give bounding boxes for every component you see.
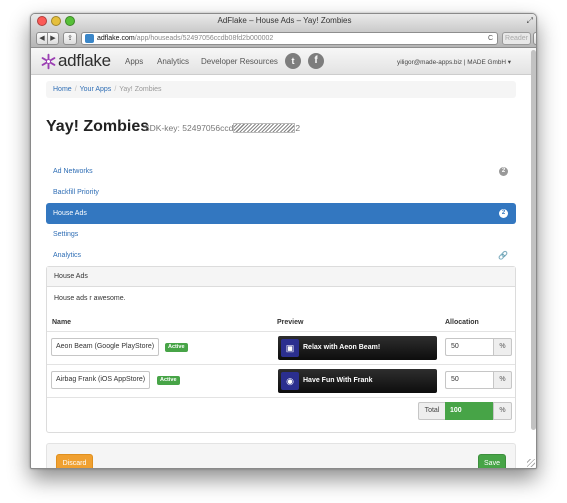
share-button[interactable]: ⇪: [63, 32, 77, 45]
nav-item-label: House Ads: [53, 210, 87, 217]
status-badge: Active: [165, 343, 188, 352]
ad-preview[interactable]: ◉ Have Fun With Frank: [278, 369, 437, 393]
allocation-field[interactable]: 50: [445, 371, 493, 389]
window-title: AdFlake – House Ads – Yay! Zombies: [217, 16, 352, 25]
form-actions: Discard Save: [46, 443, 516, 468]
site-favicon-icon: [85, 34, 94, 43]
app-icon: ◉: [281, 372, 299, 390]
panel-heading: House Ads: [47, 267, 515, 287]
browser-window: AdFlake – House Ads – Yay! Zombies ⤢ ◀ ▶…: [30, 13, 537, 469]
column-header-name: Name: [52, 319, 72, 326]
total-row: Total 100 %: [47, 397, 515, 427]
twitter-icon[interactable]: t: [285, 53, 301, 69]
ad-preview-text: Relax with Aeon Beam!: [303, 344, 381, 351]
nav-item-analytics[interactable]: Analytics 🔗: [46, 245, 516, 266]
url-path: /app/houseads/52497056ccdb08fd2b000002: [134, 35, 274, 42]
browser-toolbar: ◀ ▶ ⇪ adflake.com/app/houseads/52497056c…: [31, 29, 536, 48]
reader-button[interactable]: Reader: [502, 32, 531, 45]
sdk-key-label: SDK-key:: [144, 123, 180, 133]
breadcrumb-your-apps[interactable]: Your Apps: [80, 86, 112, 93]
url-text: adflake.com/app/houseads/52497056ccdb08f…: [97, 33, 273, 44]
nav-developer-resources[interactable]: Developer Resources: [201, 57, 278, 66]
percent-addon: %: [493, 371, 512, 389]
sdk-key-redaction: [233, 123, 296, 133]
ad-preview-text: Have Fun With Frank: [303, 377, 373, 384]
nav-item-house-ads[interactable]: House Ads 2: [46, 203, 516, 224]
nav-item-settings[interactable]: Settings: [46, 224, 516, 245]
ad-preview[interactable]: ▣ Relax with Aeon Beam!: [278, 336, 437, 360]
nav-apps[interactable]: Apps: [125, 57, 143, 66]
total-value: 100: [445, 402, 493, 420]
sdk-key: SDK-key: 52497056ccd 2: [144, 123, 300, 133]
nav-item-label: Analytics: [53, 252, 82, 259]
title-bar: AdFlake – House Ads – Yay! Zombies ⤢: [31, 14, 536, 29]
column-header-preview: Preview: [277, 319, 304, 326]
table-row: Airbag Frank (iOS AppStore) Active ◉ Hav…: [47, 364, 515, 397]
link-icon: 🔗: [498, 251, 508, 260]
breadcrumb-separator: /: [74, 86, 77, 93]
breadcrumb-current: Yay! Zombies: [119, 86, 162, 93]
breadcrumb-home[interactable]: Home: [53, 86, 72, 93]
site-navbar: adflake Apps Analytics Developer Resourc…: [31, 48, 536, 75]
url-host: adflake.com: [97, 35, 135, 42]
forward-button[interactable]: ▶: [47, 32, 59, 45]
count-badge: 2: [499, 209, 508, 218]
discard-button[interactable]: Discard: [56, 454, 93, 468]
total-label: Total: [418, 402, 445, 420]
breadcrumb: Home / Your Apps / Yay! Zombies: [46, 81, 516, 98]
logo-text[interactable]: adflake: [58, 51, 111, 71]
app-section-nav: Ad Networks 2 Backfill Priority House Ad…: [46, 161, 516, 266]
percent-addon: %: [493, 402, 512, 420]
house-ads-panel: House Ads House ads r awesome. Name Prev…: [46, 266, 516, 433]
nav-item-label: Backfill Priority: [53, 189, 99, 196]
save-button[interactable]: Save: [478, 454, 506, 468]
page-scrollbar[interactable]: [531, 50, 536, 430]
status-badge: Active: [157, 376, 180, 385]
ad-name-field[interactable]: Aeon Beam (Google PlayStore): [51, 338, 160, 356]
nav-analytics[interactable]: Analytics: [157, 57, 189, 66]
panel-description: House ads r awesome.: [54, 295, 126, 302]
page-title: Yay! Zombies: [46, 118, 150, 135]
nav-item-ad-networks[interactable]: Ad Networks 2: [46, 161, 516, 182]
sdk-key-end: 2: [295, 123, 301, 133]
address-bar[interactable]: adflake.com/app/houseads/52497056ccdb08f…: [81, 32, 498, 45]
percent-addon: %: [493, 338, 512, 356]
reload-icon[interactable]: C: [488, 33, 493, 44]
user-menu[interactable]: yiligor@made-apps.biz | MADE GmbH ▾: [397, 58, 511, 66]
column-header-allocation: Allocation: [445, 319, 479, 326]
main-content: Home / Your Apps / Yay! Zombies Yay! Zombies…: [31, 75, 536, 468]
ad-name-field[interactable]: Airbag Frank (iOS AppStore): [51, 371, 151, 389]
app-icon: ▣: [281, 339, 299, 357]
nav-item-label: Settings: [53, 231, 79, 238]
resize-grip-icon[interactable]: [527, 459, 535, 467]
fullscreen-icon[interactable]: ⤢: [527, 16, 533, 26]
adflake-logo-icon[interactable]: [40, 53, 57, 70]
nav-item-backfill-priority[interactable]: Backfill Priority: [46, 182, 516, 203]
facebook-icon[interactable]: f: [308, 53, 324, 69]
table-row: Aeon Beam (Google PlayStore) Active ▣ Re…: [47, 331, 515, 364]
count-badge: 2: [499, 167, 508, 176]
sdk-key-start: 52497056ccd: [182, 123, 234, 133]
nav-item-label: Ad Networks: [53, 168, 93, 175]
allocation-field[interactable]: 50: [445, 338, 493, 356]
downloads-button[interactable]: ⊙: [533, 32, 536, 45]
